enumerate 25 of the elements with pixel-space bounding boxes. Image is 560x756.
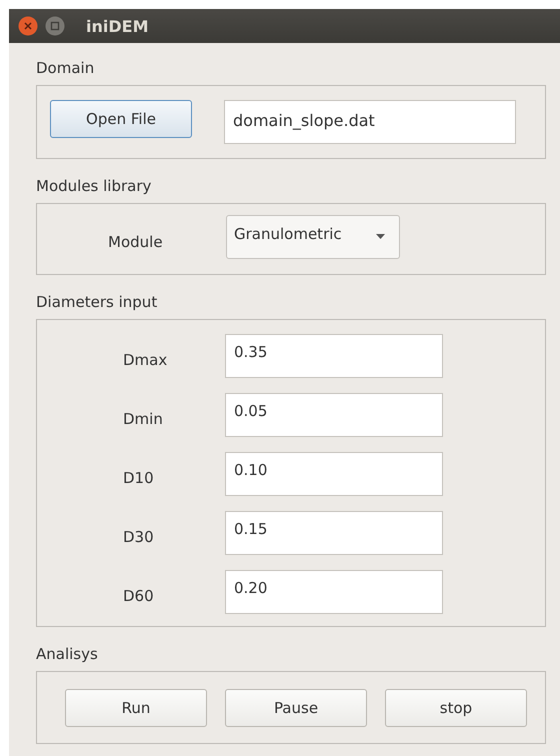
maximize-icon[interactable] bbox=[45, 16, 65, 36]
action-button[interactable]: Run bbox=[65, 688, 207, 726]
action-button[interactable]: Pause bbox=[225, 688, 367, 726]
input-field[interactable]: 0.20 bbox=[225, 570, 443, 614]
open-file-button[interactable]: Open File bbox=[50, 100, 192, 138]
field-label: Module bbox=[108, 232, 164, 251]
group-title: Domain bbox=[36, 59, 94, 77]
input-field[interactable]: 0.15 bbox=[225, 511, 443, 555]
window-title: iniDEM bbox=[86, 16, 148, 36]
input-field[interactable]: 0.10 bbox=[225, 452, 443, 496]
close-icon[interactable] bbox=[18, 16, 38, 36]
group-title: Analisys bbox=[36, 645, 98, 663]
file-field[interactable]: domain_slope.dat bbox=[224, 100, 516, 144]
caret-icon bbox=[376, 234, 385, 239]
field-label: D60 bbox=[123, 586, 155, 605]
action-button[interactable]: stop bbox=[385, 688, 527, 726]
group-title: Modules library bbox=[36, 177, 152, 195]
input-field[interactable]: 0.35 bbox=[225, 334, 443, 378]
field-label: D30 bbox=[123, 527, 155, 546]
module-dropdown[interactable]: Granulometric bbox=[226, 214, 400, 258]
group-title: Diameters input bbox=[36, 293, 158, 311]
field-label: Dmax bbox=[123, 350, 168, 369]
field-label: Dmin bbox=[123, 409, 164, 428]
field-label: D10 bbox=[123, 468, 155, 487]
input-field[interactable]: 0.05 bbox=[225, 393, 443, 437]
